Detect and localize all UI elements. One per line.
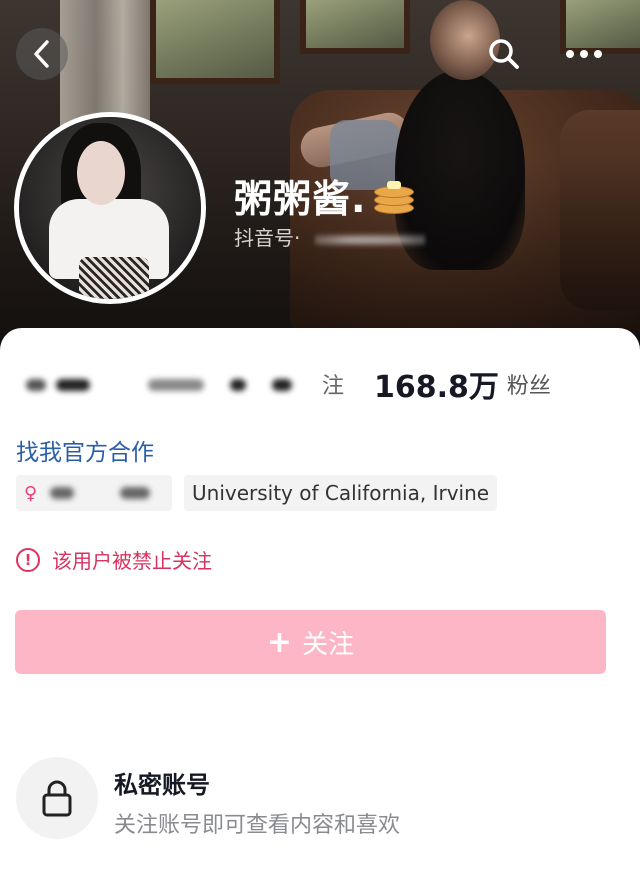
profile-name: 粥粥酱. (234, 177, 367, 221)
douyin-id-label: 抖音号· (234, 226, 301, 250)
profile-tags: ♀ University of California, Irvine (16, 475, 498, 511)
private-account-notice: 私密账号 关注账号即可查看内容和喜欢 (16, 755, 616, 845)
lock-icon (42, 780, 72, 817)
pancake-emoji-icon (372, 174, 416, 218)
chevron-left-icon (34, 40, 49, 68)
school-tag[interactable]: University of California, Irvine (184, 475, 498, 511)
more-button[interactable] (560, 30, 608, 78)
private-account-title: 私密账号 (114, 771, 210, 799)
alert-circle-icon: ! (16, 547, 40, 572)
back-button[interactable] (16, 28, 68, 80)
stats-row: 注 168.8万 粉丝 (22, 362, 622, 406)
followers-count[interactable]: 168.8万 (374, 362, 499, 406)
female-gender-icon: ♀ (24, 482, 38, 504)
redacted-stats (22, 369, 322, 399)
lock-icon-container (16, 757, 98, 839)
search-button[interactable] (480, 30, 528, 78)
douyin-id: 抖音号· (234, 222, 425, 251)
more-horizontal-icon (566, 50, 602, 58)
follow-banned-text: 该用户被禁止关注 (52, 549, 212, 573)
avatar[interactable] (14, 112, 206, 304)
profile-name-row: 粥粥酱. (234, 168, 416, 223)
redacted-tag[interactable]: ♀ (16, 475, 172, 511)
followers-label[interactable]: 粉丝 (507, 368, 551, 400)
follow-banned-warning: ! 该用户被禁止关注 (16, 545, 212, 574)
follow-button[interactable]: + 关注 (15, 610, 606, 674)
follow-button-label: 关注 (302, 629, 355, 660)
official-cooperation-link[interactable]: 找我官方合作 (16, 433, 154, 467)
plus-icon: + (266, 624, 293, 660)
following-label[interactable]: 注 (322, 368, 344, 400)
search-icon (489, 39, 519, 69)
private-account-description: 关注账号即可查看内容和喜欢 (114, 813, 401, 838)
douyin-id-redacted (314, 230, 425, 249)
